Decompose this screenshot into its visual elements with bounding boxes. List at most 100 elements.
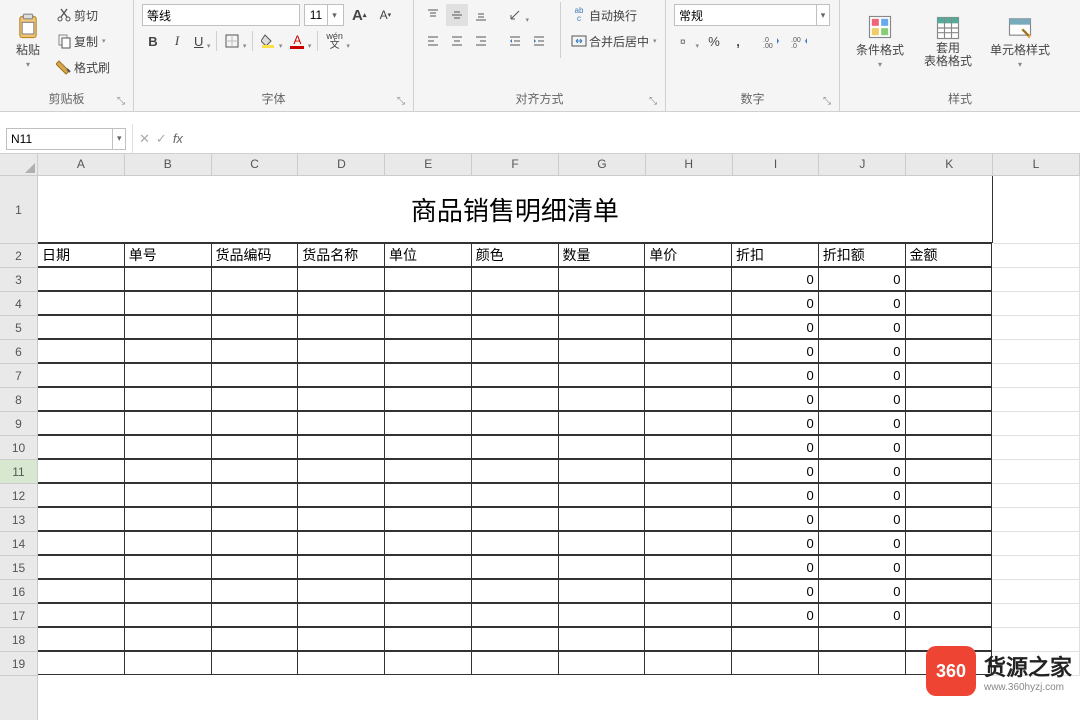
cell[interactable] (124, 555, 212, 579)
cell[interactable]: 0 (818, 411, 906, 435)
cell[interactable] (644, 267, 732, 291)
row-header[interactable]: 17 (0, 604, 37, 628)
cell[interactable] (558, 627, 646, 651)
cell[interactable] (644, 315, 732, 339)
cell[interactable]: 0 (731, 411, 819, 435)
row-header[interactable]: 19 (0, 652, 37, 676)
header-cell[interactable] (992, 244, 1080, 268)
cell[interactable] (384, 315, 472, 339)
cell[interactable] (124, 387, 212, 411)
cell[interactable] (558, 363, 646, 387)
cell[interactable] (558, 483, 646, 507)
col-header-B[interactable]: B (125, 154, 212, 175)
cell[interactable]: 0 (731, 435, 819, 459)
cell-style-button[interactable]: 单元格样式 ▾ (986, 2, 1054, 80)
align-left-button[interactable] (422, 30, 444, 52)
align-middle-button[interactable] (446, 4, 468, 26)
cell[interactable] (992, 580, 1080, 604)
cell[interactable] (905, 531, 993, 555)
row-header[interactable]: 3 (0, 268, 37, 292)
cell[interactable] (124, 435, 212, 459)
cell[interactable] (124, 627, 212, 651)
row-header[interactable]: 5 (0, 316, 37, 340)
cell[interactable] (211, 579, 299, 603)
cell[interactable] (644, 531, 732, 555)
cell[interactable] (211, 315, 299, 339)
cell[interactable] (124, 411, 212, 435)
header-cell[interactable]: 折扣额 (818, 243, 906, 267)
clipboard-launcher-icon[interactable]: ⤡ (117, 96, 125, 107)
comma-button[interactable]: , (727, 30, 749, 52)
cell[interactable] (37, 627, 125, 651)
cell[interactable] (558, 459, 646, 483)
header-cell[interactable]: 日期 (37, 243, 125, 267)
cell[interactable] (905, 339, 993, 363)
cell[interactable] (384, 459, 472, 483)
cell[interactable] (211, 555, 299, 579)
cell[interactable] (211, 603, 299, 627)
col-header-K[interactable]: K (906, 154, 993, 175)
col-header-F[interactable]: F (472, 154, 559, 175)
cell[interactable]: 0 (818, 507, 906, 531)
cell[interactable] (644, 627, 732, 651)
cell[interactable] (124, 291, 212, 315)
cell[interactable] (297, 555, 385, 579)
cell[interactable] (471, 315, 559, 339)
cell[interactable] (297, 363, 385, 387)
cell[interactable] (211, 651, 299, 675)
row-header[interactable]: 8 (0, 388, 37, 412)
cell[interactable] (37, 291, 125, 315)
merge-center-button[interactable]: 合并后居中 ▾ (569, 28, 659, 54)
cell[interactable] (644, 483, 732, 507)
cell[interactable] (211, 267, 299, 291)
font-launcher-icon[interactable]: ⤡ (397, 96, 405, 107)
header-cell[interactable]: 折扣 (731, 243, 819, 267)
row-header[interactable]: 1 (0, 176, 37, 244)
cell[interactable] (905, 603, 993, 627)
col-header-L[interactable]: L (993, 154, 1080, 175)
cell[interactable] (211, 483, 299, 507)
cell[interactable] (992, 436, 1080, 460)
cell[interactable] (471, 291, 559, 315)
cell[interactable]: 0 (731, 531, 819, 555)
number-format-input[interactable] (675, 8, 816, 22)
cell[interactable] (558, 435, 646, 459)
cell[interactable] (558, 411, 646, 435)
font-family-input[interactable] (143, 8, 306, 22)
cell[interactable]: 0 (818, 555, 906, 579)
cell[interactable] (384, 627, 472, 651)
cell[interactable]: 0 (731, 387, 819, 411)
cell[interactable] (297, 627, 385, 651)
row-header[interactable]: 13 (0, 508, 37, 532)
cell[interactable] (558, 531, 646, 555)
cell[interactable] (37, 603, 125, 627)
cell[interactable] (471, 411, 559, 435)
cell[interactable] (905, 267, 993, 291)
cell[interactable] (992, 340, 1080, 364)
header-cell[interactable]: 货品编码 (211, 243, 299, 267)
cell[interactable] (905, 363, 993, 387)
cell[interactable]: 0 (818, 363, 906, 387)
cell[interactable] (211, 507, 299, 531)
cell[interactable] (211, 531, 299, 555)
cell[interactable] (644, 651, 732, 675)
cell[interactable] (384, 507, 472, 531)
cell[interactable] (992, 484, 1080, 508)
cell[interactable] (992, 364, 1080, 388)
cell[interactable]: 0 (731, 603, 819, 627)
row-header[interactable]: 14 (0, 532, 37, 556)
cell[interactable] (905, 411, 993, 435)
cell[interactable]: 0 (818, 339, 906, 363)
cell[interactable] (644, 291, 732, 315)
cell[interactable] (384, 411, 472, 435)
cut-button[interactable]: 剪切 (54, 2, 112, 28)
cell[interactable] (992, 292, 1080, 316)
cell-grid[interactable]: 商品销售明细清单日期单号货品编码货品名称单位颜色数量单价折扣折扣额金额00000… (38, 176, 1080, 720)
cell[interactable] (37, 363, 125, 387)
cell[interactable] (37, 411, 125, 435)
cell[interactable] (124, 483, 212, 507)
row-header[interactable]: 16 (0, 580, 37, 604)
number-launcher-icon[interactable]: ⤡ (823, 96, 831, 107)
cell[interactable] (471, 339, 559, 363)
cell[interactable] (731, 651, 819, 675)
